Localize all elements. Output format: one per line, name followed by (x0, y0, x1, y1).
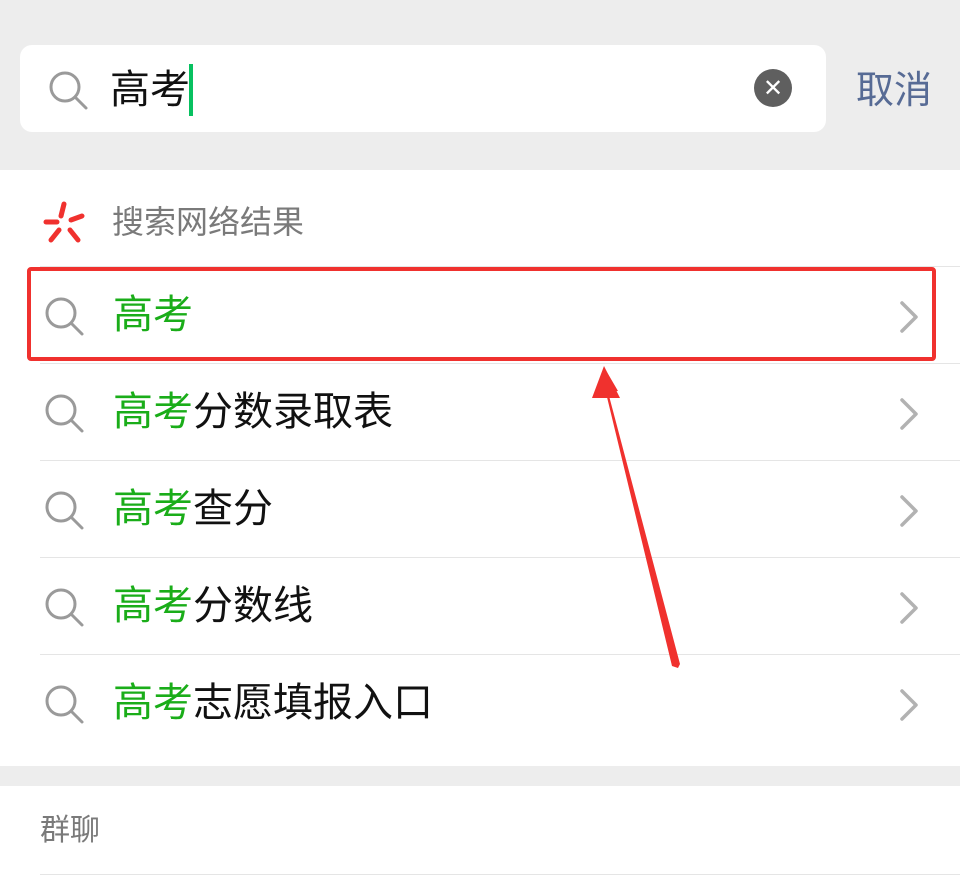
result-rest: 分数线 (193, 583, 313, 629)
web-search-logo-icon (42, 200, 88, 246)
group-chats-title: 群聊 (40, 813, 100, 848)
result-text: 高考志愿填报入口 (113, 675, 433, 731)
search-icon (46, 68, 90, 112)
search-bar: 高考 ✕ 取消 (0, 0, 960, 168)
divider (40, 874, 960, 875)
search-icon (42, 585, 86, 629)
web-results-section: 搜索网络结果 高考 高考分数录取表 高考查分 高考分数线 高考志愿填报入口 (0, 170, 960, 766)
search-icon (42, 682, 86, 726)
chevron-right-icon (896, 590, 922, 626)
result-highlight: 高考 (113, 486, 193, 532)
result-rest: 分数录取表 (193, 389, 393, 435)
text-caret (189, 64, 193, 116)
result-highlight: 高考 (113, 583, 193, 629)
result-highlight: 高考 (113, 389, 193, 435)
result-text: 高考分数线 (113, 578, 313, 634)
search-icon (42, 294, 86, 338)
web-results-header: 搜索网络结果 (0, 170, 960, 266)
chevron-right-icon (896, 299, 922, 335)
result-rest: 志愿填报入口 (193, 680, 433, 726)
result-highlight: 高考 (113, 292, 193, 338)
result-item[interactable]: 高考查分 (0, 461, 960, 558)
chevron-right-icon (896, 396, 922, 432)
result-text: 高考分数录取表 (113, 384, 393, 440)
search-icon (42, 391, 86, 435)
search-icon (42, 488, 86, 532)
chevron-right-icon (896, 687, 922, 723)
cancel-button[interactable]: 取消 (856, 62, 932, 118)
result-text: 高考 (113, 287, 193, 343)
result-item[interactable]: 高考分数线 (0, 558, 960, 655)
result-text: 高考查分 (113, 481, 273, 537)
close-circle-icon[interactable]: ✕ (754, 69, 792, 107)
chevron-right-icon (896, 493, 922, 529)
result-item[interactable]: 高考 (0, 267, 960, 364)
result-item[interactable]: 高考志愿填报入口 (0, 655, 960, 752)
group-chats-section: 群聊 (0, 786, 960, 879)
result-rest: 查分 (193, 486, 273, 532)
web-results-title: 搜索网络结果 (112, 203, 305, 241)
result-item[interactable]: 高考分数录取表 (0, 364, 960, 461)
result-highlight: 高考 (113, 680, 193, 726)
search-input[interactable]: 高考 (110, 62, 190, 118)
